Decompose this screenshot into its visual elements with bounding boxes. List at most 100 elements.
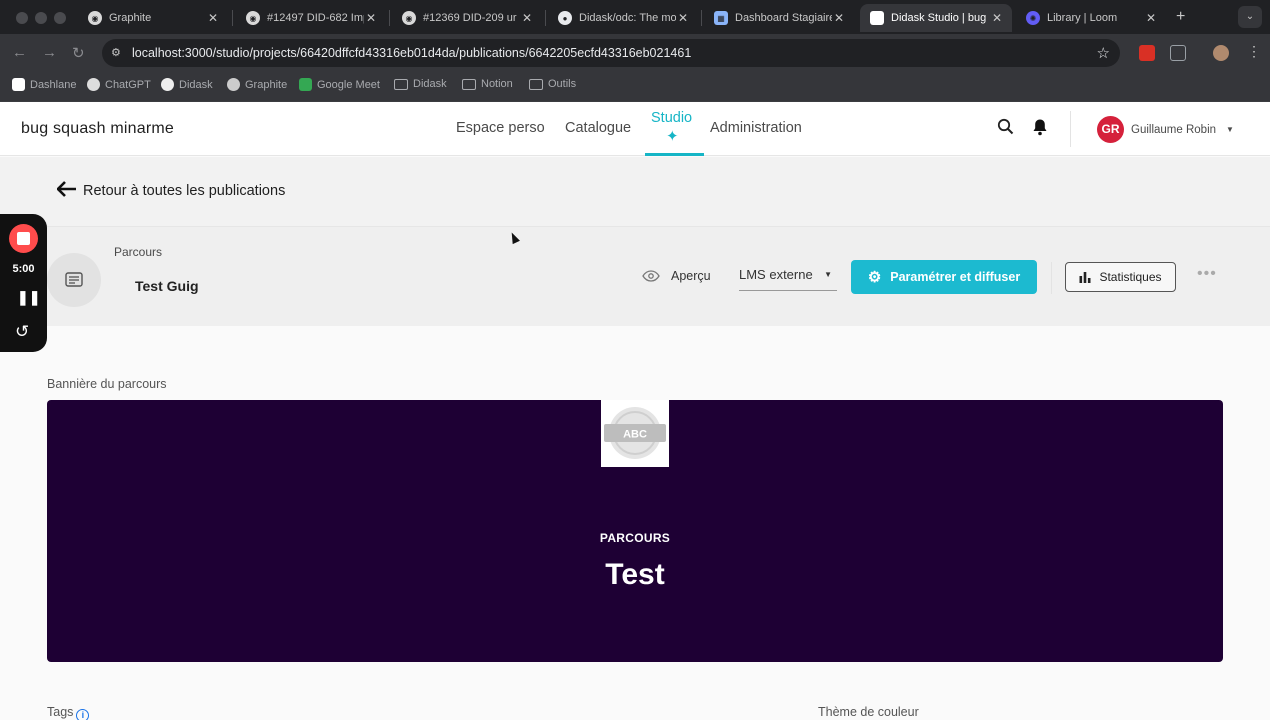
info-icon[interactable]: i <box>76 709 90 720</box>
extension-icon[interactable] <box>1139 45 1155 61</box>
bookmark-folder[interactable]: Notion <box>462 78 513 90</box>
site-info-icon[interactable]: ⚙ <box>111 46 125 60</box>
github-icon <box>161 78 174 91</box>
window-zoom-dot[interactable] <box>54 12 66 24</box>
publication-type-label: Parcours <box>114 245 163 259</box>
configure-and-publish-label: Paramétrer et diffuser <box>890 270 1021 284</box>
profile-avatar-icon[interactable] <box>1213 45 1229 61</box>
bookmark-label: Dashlane <box>30 78 77 91</box>
list-icon <box>65 272 83 287</box>
browser-tab[interactable]: ● Didask/odc: The mo ✕ <box>548 4 698 32</box>
bookmark-item[interactable]: Dashlane <box>12 78 76 91</box>
extensions-puzzle-icon[interactable] <box>1170 45 1186 61</box>
forward-icon[interactable]: → <box>42 44 57 61</box>
more-options-icon[interactable]: ••• <box>1197 265 1217 283</box>
nav-espace-perso[interactable]: Espace perso <box>456 120 545 136</box>
github-icon: ● <box>558 11 572 25</box>
publication-header: Parcours Test Guig Aperçu LMS externe ▼ … <box>0 227 1270 326</box>
close-icon[interactable]: ✕ <box>990 11 1004 25</box>
tags-label-text: Tags <box>47 705 74 719</box>
tags-label: Tags i <box>47 705 90 720</box>
user-menu[interactable]: GR Guillaume Robin ▼ <box>1097 116 1234 143</box>
bookmark-folder[interactable]: Didask <box>394 78 447 90</box>
bookmark-star-icon[interactable]: ☆ <box>1097 44 1110 62</box>
browser-tab[interactable]: ✺ Library | Loom ✕ <box>1016 4 1166 32</box>
folder-icon <box>462 78 476 90</box>
graphite-icon <box>227 78 240 91</box>
bookmark-item[interactable]: Google Meet <box>299 78 380 91</box>
browser-tab-active[interactable]: Didask Studio | bug ✕ <box>860 4 1012 32</box>
bookmark-folder[interactable]: Outils <box>529 78 576 90</box>
banner-kicker: PARCOURS <box>599 531 671 545</box>
nav-catalogue[interactable]: Catalogue <box>565 120 631 136</box>
tab-divider <box>232 10 233 26</box>
pause-icon[interactable]: ❚❚ <box>17 289 40 306</box>
statistics-button[interactable]: Statistiques <box>1065 262 1176 292</box>
new-tab-icon[interactable]: + <box>1176 8 1185 26</box>
bar-chart-icon <box>1079 272 1091 283</box>
folder-icon <box>394 78 408 90</box>
tab-title: Didask/odc: The mo <box>579 12 676 24</box>
address-bar[interactable]: ⚙ localhost:3000/studio/projects/66420df… <box>102 39 1120 67</box>
browser-tab[interactable]: ▦ Dashboard Stagiaire ✕ <box>704 4 854 32</box>
banner-logo: ABC <box>601 400 669 467</box>
toolbar-divider <box>1051 262 1052 294</box>
tab-title: Dashboard Stagiaire <box>735 12 832 24</box>
nav-studio[interactable]: Studio <box>651 110 692 126</box>
close-icon[interactable]: ✕ <box>832 11 846 25</box>
lms-select-value: LMS externe <box>739 267 813 282</box>
statistics-label: Statistiques <box>1099 270 1162 284</box>
bell-icon[interactable] <box>1032 118 1048 141</box>
close-icon[interactable]: ✕ <box>364 11 378 25</box>
browser-chrome: ◉ Graphite ✕ ◉ #12497 DID-682 Imp ✕ ◉ #1… <box>0 0 1270 102</box>
nav-administration[interactable]: Administration <box>710 120 802 136</box>
arrow-left-icon[interactable] <box>56 181 77 202</box>
lms-select[interactable]: LMS externe ▼ <box>739 267 837 291</box>
close-icon[interactable]: ✕ <box>1144 11 1158 25</box>
chatgpt-icon <box>87 78 100 91</box>
restart-icon[interactable]: ↺ <box>15 322 29 342</box>
publication-title[interactable]: Test Guig <box>135 278 199 294</box>
back-to-publications-link[interactable]: Retour à toutes les publications <box>83 183 285 199</box>
configure-and-publish-button[interactable]: ⚙ Paramétrer et diffuser <box>851 260 1037 294</box>
folder-icon <box>529 78 543 90</box>
search-icon[interactable] <box>997 118 1014 140</box>
window-minimize-dot[interactable] <box>35 12 47 24</box>
back-icon[interactable]: ← <box>12 44 27 61</box>
tab-strip: ◉ Graphite ✕ ◉ #12497 DID-682 Imp ✕ ◉ #1… <box>0 0 1270 34</box>
bookmark-item[interactable]: Didask <box>161 78 213 91</box>
dashlane-icon <box>12 78 25 91</box>
tab-search-icon[interactable]: ⌄ <box>1238 6 1262 28</box>
avatar: GR <box>1097 116 1124 143</box>
close-icon[interactable]: ✕ <box>206 11 220 25</box>
publication-content: Bannière du parcours ABC PARCOURS Test T… <box>0 326 1270 720</box>
caret-down-icon: ▼ <box>824 270 832 279</box>
stop-recording-button[interactable] <box>9 224 38 253</box>
close-icon[interactable]: ✕ <box>520 11 534 25</box>
user-name: Guillaume Robin <box>1131 123 1217 136</box>
bookmark-label: Didask <box>179 78 213 91</box>
loom-recorder-controls: 5:00 ❚❚ ↺ <box>0 214 47 352</box>
publication-type-badge <box>47 253 101 307</box>
bookmark-item[interactable]: Graphite <box>227 78 287 91</box>
workspace-name[interactable]: bug squash minarme <box>21 120 174 138</box>
reload-icon[interactable]: ↻ <box>72 44 85 62</box>
bookmark-item[interactable]: ChatGPT <box>87 78 151 91</box>
browser-tab[interactable]: ◉ #12369 DID-209 ur ✕ <box>392 4 542 32</box>
browser-menu-icon[interactable]: ⋮ <box>1247 43 1261 60</box>
tab-divider <box>389 10 390 26</box>
caret-down-icon: ▼ <box>1226 125 1234 134</box>
browser-tab[interactable]: ◉ Graphite ✕ <box>78 4 228 32</box>
header-divider <box>1070 111 1071 147</box>
tab-title: Graphite <box>109 12 152 24</box>
tab-title: #12497 DID-682 Imp <box>267 12 364 24</box>
bookmarks-bar: Dashlane ChatGPT Didask Graphite Google … <box>0 72 1270 102</box>
graphite-icon: ◉ <box>88 11 102 25</box>
tab-title: Library | Loom <box>1047 12 1118 24</box>
window-close-dot[interactable] <box>16 12 28 24</box>
banner-title: Test <box>605 558 665 591</box>
browser-tab[interactable]: ◉ #12497 DID-682 Imp ✕ <box>236 4 386 32</box>
preview-button[interactable]: Aperçu <box>642 269 711 283</box>
course-banner[interactable]: ABC PARCOURS Test <box>47 400 1223 662</box>
close-icon[interactable]: ✕ <box>676 11 690 25</box>
